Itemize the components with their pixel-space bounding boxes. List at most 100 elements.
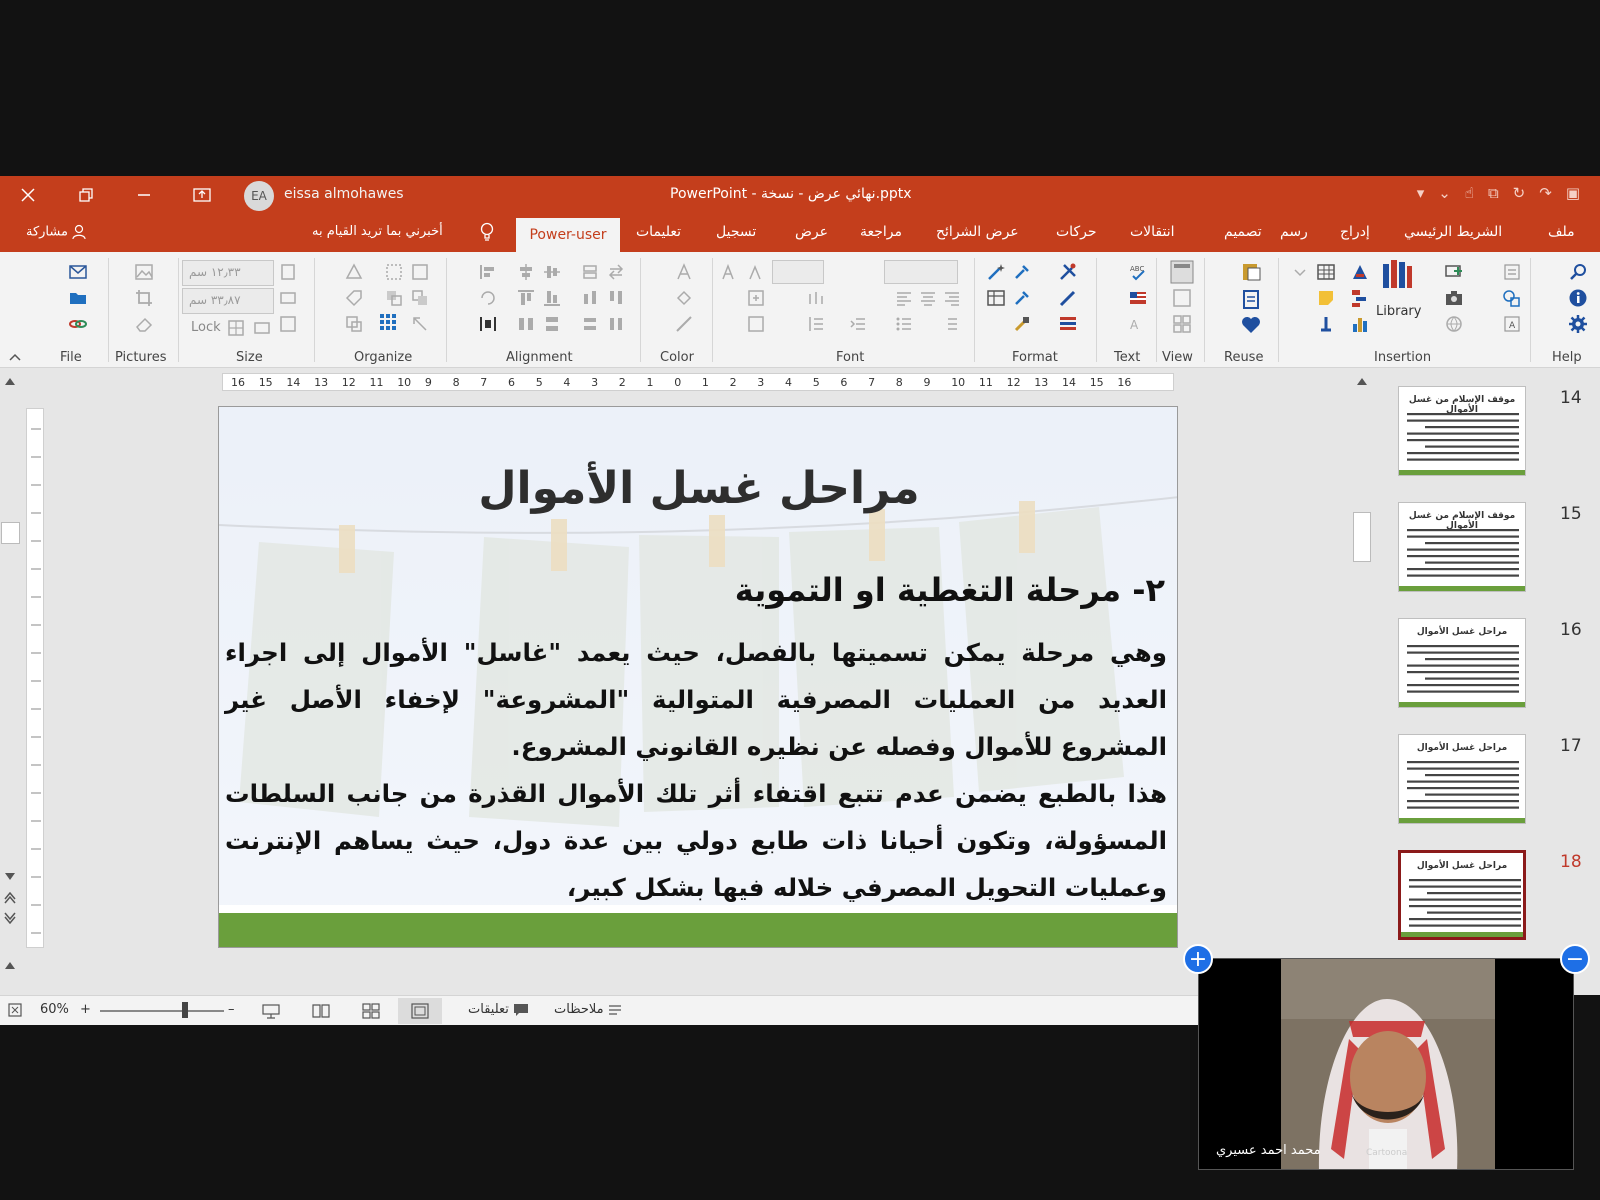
comments-button[interactable]: تعليقات [468,1002,529,1017]
width-field[interactable]: ١٢٫٣٣ سم [182,260,274,286]
sticky-note-icon[interactable] [1316,288,1336,308]
language-flag-icon[interactable] [1128,288,1148,308]
bar-chart-icon[interactable] [1350,314,1370,334]
selection-pane-icon[interactable] [410,314,430,334]
next-slide-icon[interactable] [4,912,16,924]
present-icon[interactable]: ⧉ [1488,184,1499,202]
thumbnails-scrollbar[interactable] [1352,374,1372,954]
align-bottom-icon[interactable] [542,288,562,308]
table-format-icon[interactable] [986,288,1006,308]
space-2-icon[interactable] [606,314,626,334]
tab-animations[interactable]: حركات [1056,224,1097,240]
customize-qat-icon[interactable]: ▾ [1417,184,1425,202]
numbering-icon[interactable] [940,314,960,334]
tab-record[interactable]: تسجيل [716,224,756,240]
user-name[interactable]: eissa almohawes [284,186,404,202]
line-spacing-icon[interactable] [806,314,826,334]
insert-shape-dropdown-icon[interactable] [1290,262,1310,282]
increase-font-icon[interactable] [720,262,740,282]
align-left-icon[interactable] [478,262,498,282]
org-chart-icon[interactable] [1350,288,1370,308]
add-participant-button[interactable]: + [1183,944,1213,974]
insert-chart-icon[interactable] [1350,262,1370,282]
height-field[interactable]: ٣٣٫٨٧ سم [182,288,274,314]
redo-icon[interactable]: ↷ [1539,184,1552,202]
fit-slide-icon[interactable] [8,1003,22,1017]
tab-slideshow[interactable]: عرض الشرائح [936,224,1019,240]
distribute-icon[interactable] [478,314,498,334]
repeat-icon[interactable]: ↻ [1513,184,1526,202]
gear-icon[interactable] [1568,314,1588,334]
email-icon[interactable] [68,262,88,282]
slide-thumbnail[interactable]: مراحل غسل الأموال [1398,734,1526,824]
zoom-out-button[interactable]: – [228,1002,235,1017]
magic-wand-icon[interactable] [986,262,1006,282]
tab-home[interactable]: الشريط الرئيسي [1404,224,1502,240]
library-icon[interactable] [1380,256,1414,290]
fill-color-icon[interactable] [674,288,694,308]
vertical-align-icon[interactable] [746,314,766,334]
notes-button[interactable]: ملاحظات [554,1002,622,1017]
previous-slide-icon[interactable] [4,892,16,904]
camera-icon[interactable] [1444,288,1464,308]
minimize-window-button[interactable] [116,176,172,214]
swap-icon[interactable] [606,262,626,282]
insert-slide-icon[interactable] [1444,262,1464,282]
shape-icon[interactable] [344,262,364,282]
paste-icon[interactable] [1240,260,1262,282]
touch-mode-icon[interactable]: ☝ [1465,184,1474,202]
textbox-insert-icon[interactable]: A [1502,314,1522,334]
clipboard-icon[interactable] [1240,288,1262,310]
slide-thumbnail[interactable]: موقف الإسلام من غسل الأموال [1398,502,1526,592]
font-color-icon[interactable] [674,262,694,282]
align-text-center-icon[interactable] [918,288,938,308]
favorite-heart-icon[interactable] [1240,314,1262,336]
crop-icon[interactable] [134,288,154,308]
eyedropper-icon[interactable] [1012,262,1032,282]
slideshow-view-icon[interactable] [262,1003,280,1019]
tab-file[interactable]: ملف [1548,224,1575,240]
rotate-icon[interactable] [478,288,498,308]
zoom-slider-thumb[interactable] [182,1002,188,1018]
folder-icon[interactable] [68,288,88,308]
same-size-icon[interactable] [252,318,272,338]
slide-thumbnail[interactable]: موقف الإسلام من غسل الأموال [1398,386,1526,476]
line-color-icon[interactable] [674,314,694,334]
bullets-icon[interactable] [894,314,914,334]
share-button[interactable]: مشاركة [26,224,88,240]
reading-view-icon[interactable] [312,1003,330,1019]
spell-check-icon[interactable]: ABC [1128,262,1148,282]
close-window-button[interactable] [0,176,56,214]
scroll-thumb[interactable] [1,522,20,544]
distribute-h-icon[interactable] [516,314,536,334]
distribute-v-icon[interactable] [542,314,562,334]
bring-forward-icon[interactable] [384,288,404,308]
anchor-icon[interactable] [1316,314,1336,334]
scroll-down-icon[interactable] [4,872,16,882]
slide-body[interactable]: وهي مرحلة يمكن تسميتها بالفصل، حيث يعمد … [225,629,1167,911]
lock-aspect-label[interactable]: Lock [191,320,221,335]
tab-power-user[interactable]: Power-user [516,218,620,252]
align-top-icon[interactable] [516,288,536,308]
zoom-slider[interactable] [100,1010,224,1012]
grid-dots-icon[interactable] [378,312,398,332]
globe-icon[interactable] [1444,314,1464,334]
view-sorter-icon[interactable] [1172,314,1192,334]
slide-thumbnail[interactable]: مراحل غسل الأموال [1398,850,1526,940]
avatar[interactable]: EA [244,181,274,211]
font-name-field[interactable] [884,260,958,284]
ungroup-icon[interactable] [410,262,430,282]
scroll-up-icon[interactable] [1356,376,1368,386]
height-icon[interactable] [278,288,298,308]
format-painter-icon[interactable] [1012,314,1032,334]
tab-review[interactable]: مراجعة [860,224,902,240]
insert-table-icon[interactable] [1316,262,1336,282]
collapse-ribbon-icon[interactable] [8,352,22,362]
space-icon[interactable] [580,314,600,334]
info-icon[interactable] [1568,288,1588,308]
indent-icon[interactable] [848,314,868,334]
video-call-tile[interactable] [1198,958,1574,1170]
slide-canvas[interactable]: مراحل غسل الأموال ٢- مرحلة التغطية او ال… [218,406,1178,948]
search-icon[interactable] [1568,262,1588,282]
image-icon[interactable] [134,262,154,282]
